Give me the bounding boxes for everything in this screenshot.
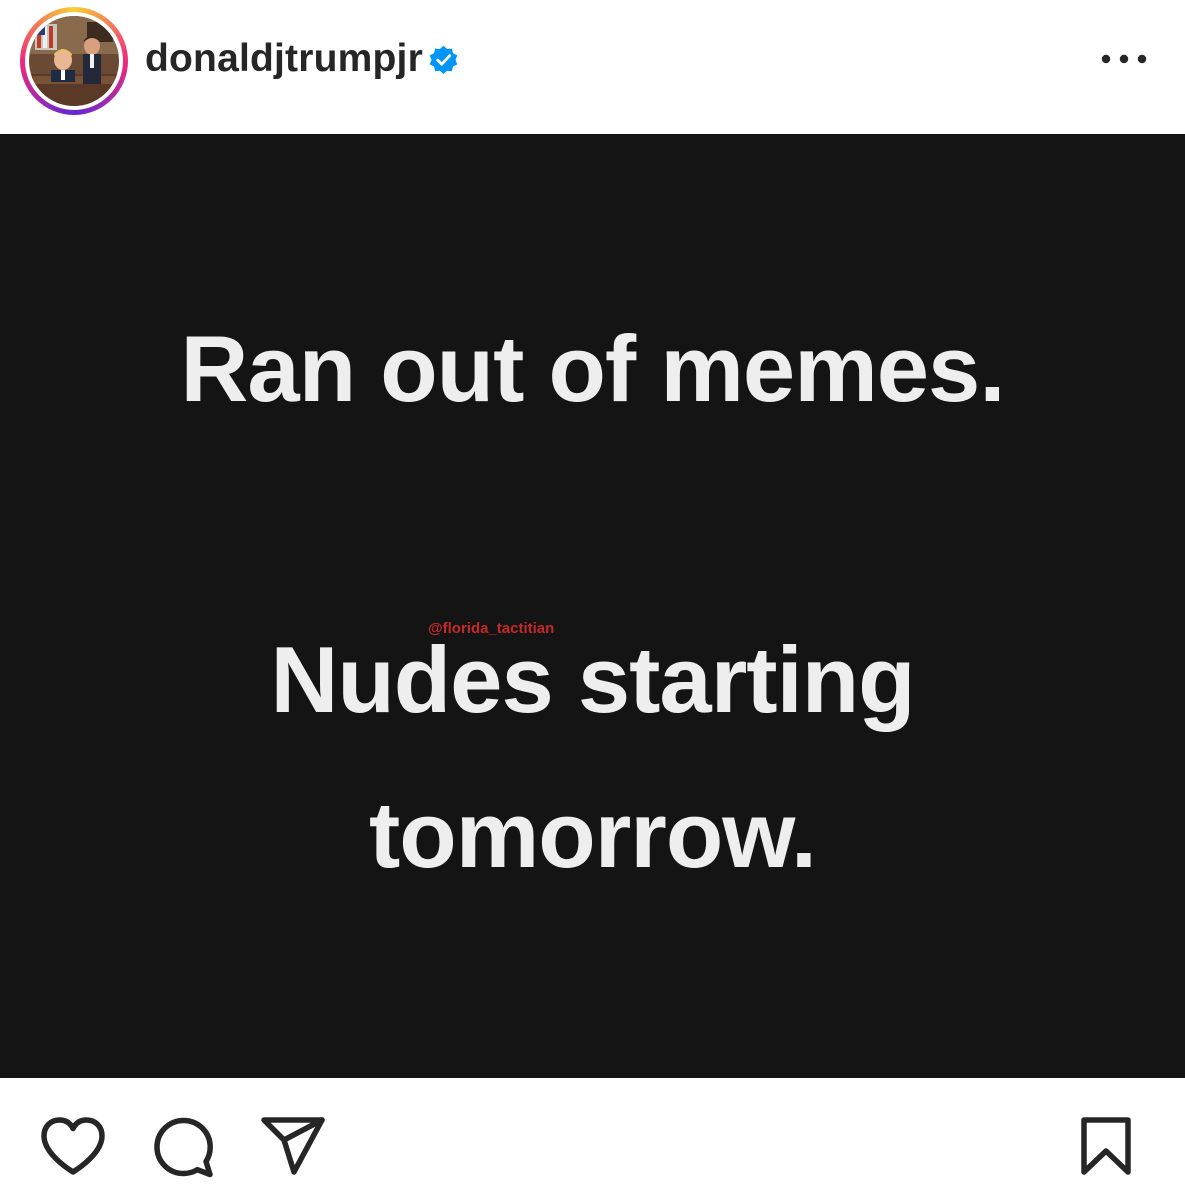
share-icon[interactable] [260,1116,326,1176]
verified-badge-icon [429,45,458,74]
profile-photo-icon [29,16,119,106]
comment-icon[interactable] [151,1116,215,1180]
action-bar [0,1078,1185,1200]
post-header: donaldjtrumpjr [0,0,1185,134]
username[interactable]: donaldjtrumpjr [145,36,423,82]
more-options-icon[interactable] [1098,44,1150,74]
meme-line-3: tomorrow. [368,782,817,887]
avatar[interactable] [20,7,128,115]
post-image[interactable]: Ran out of memes. @florida_tactitian Nud… [0,134,1185,1078]
meme-line-2: Nudes starting [270,627,915,732]
avatar-photo [29,16,119,106]
heart-icon[interactable] [40,1116,106,1176]
bookmark-icon[interactable] [1078,1116,1134,1176]
meme-line-1: Ran out of memes. [180,316,1006,421]
